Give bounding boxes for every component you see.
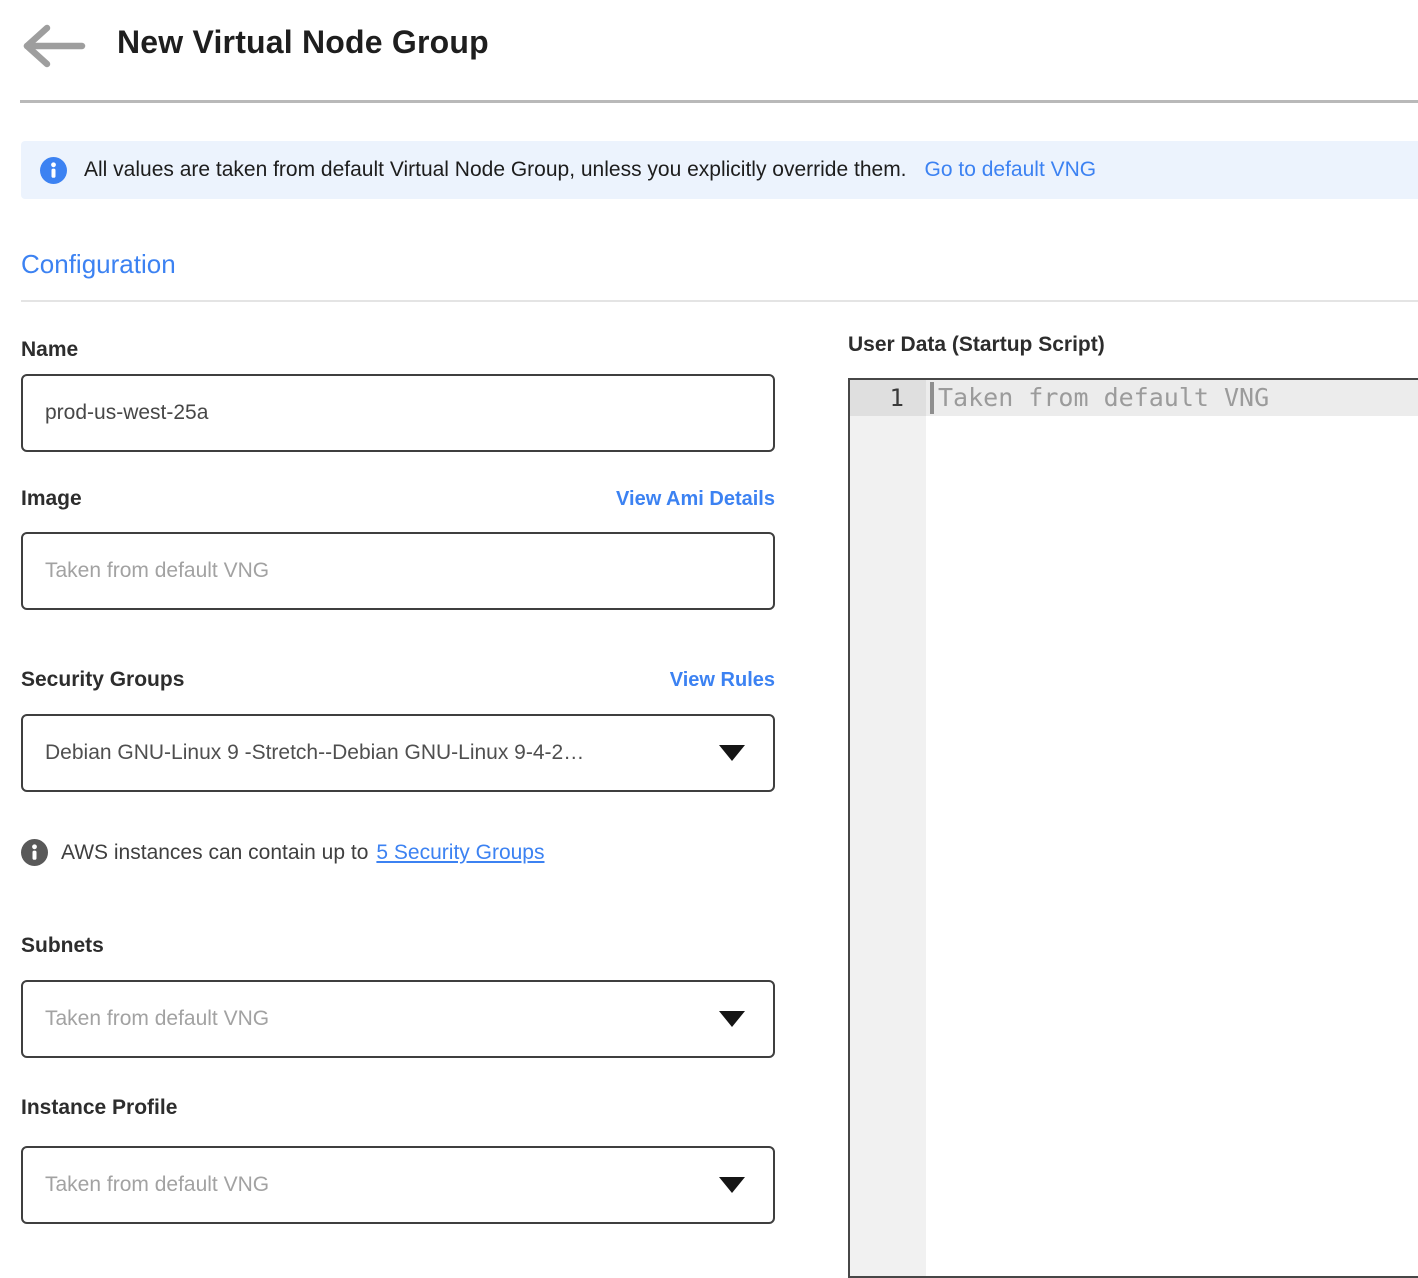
instance-profile-placeholder: Taken from default VNG	[45, 1173, 269, 1197]
go-to-default-vng-link[interactable]: Go to default VNG	[925, 158, 1097, 182]
section-divider	[21, 300, 1418, 302]
subnets-label: Subnets	[21, 934, 104, 958]
user-data-label: User Data (Startup Script)	[848, 333, 1105, 357]
info-icon	[40, 157, 67, 184]
name-input[interactable]	[21, 374, 775, 452]
header-divider	[20, 100, 1418, 103]
configuration-section-title[interactable]: Configuration	[21, 249, 176, 280]
editor-cursor	[930, 382, 934, 414]
subnets-placeholder: Taken from default VNG	[45, 1007, 269, 1031]
name-label: Name	[21, 338, 78, 362]
instance-profile-label: Instance Profile	[21, 1096, 177, 1120]
caret-down-icon	[719, 745, 745, 761]
instance-profile-select[interactable]: Taken from default VNG	[21, 1146, 775, 1224]
security-groups-select[interactable]: Debian GNU-Linux 9 -Stretch--Debian GNU-…	[21, 714, 775, 792]
editor-line-number: 1	[850, 380, 926, 416]
image-label: Image	[21, 487, 82, 511]
banner-message: All values are taken from default Virtua…	[84, 158, 907, 182]
five-security-groups-link[interactable]: 5 Security Groups	[376, 841, 544, 865]
security-groups-note-text: AWS instances can contain up to	[61, 841, 368, 865]
security-groups-selected-value: Debian GNU-Linux 9 -Stretch--Debian GNU-…	[45, 741, 584, 765]
info-banner: All values are taken from default Virtua…	[21, 141, 1418, 199]
caret-down-icon	[719, 1177, 745, 1193]
caret-down-icon	[719, 1011, 745, 1027]
view-rules-link[interactable]: View Rules	[670, 669, 775, 692]
arrow-left-icon	[20, 23, 86, 69]
info-icon-gray	[21, 839, 48, 866]
subnets-select[interactable]: Taken from default VNG	[21, 980, 775, 1058]
image-input[interactable]	[21, 532, 775, 610]
security-groups-note: AWS instances can contain up to 5 Securi…	[21, 839, 544, 866]
editor-placeholder-text: Taken from default VNG	[938, 380, 1269, 416]
security-groups-label: Security Groups	[21, 668, 184, 692]
back-button[interactable]	[20, 22, 90, 70]
editor-gutter	[850, 380, 926, 1276]
view-ami-details-link[interactable]: View Ami Details	[616, 488, 775, 511]
page-title: New Virtual Node Group	[117, 24, 489, 61]
user-data-editor[interactable]: 1 Taken from default VNG	[848, 378, 1418, 1278]
